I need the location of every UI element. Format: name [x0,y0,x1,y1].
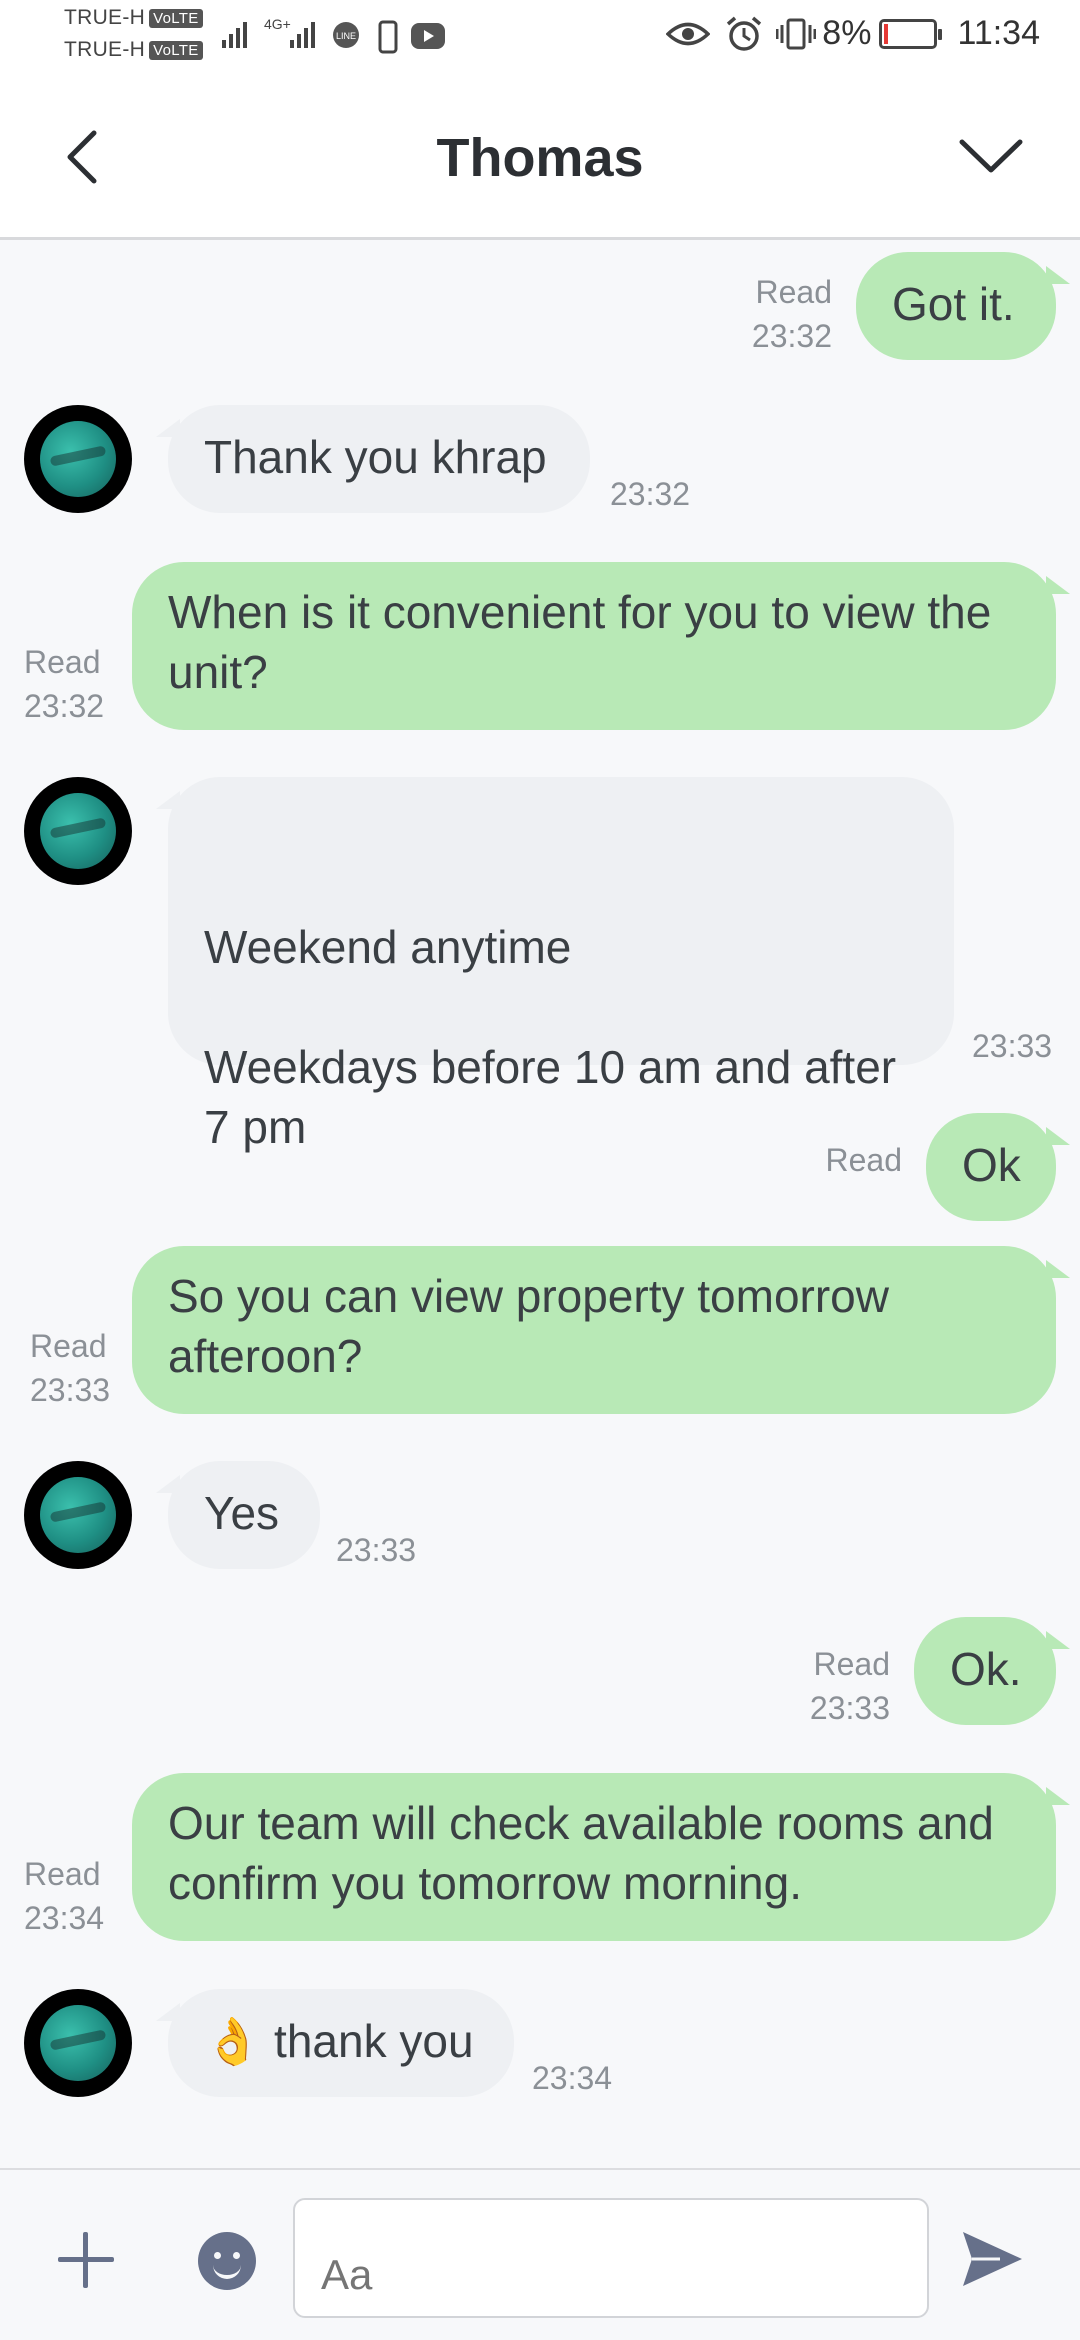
svg-text:LINE: LINE [336,31,356,41]
message-text: So you can view property tomorrow aftero… [168,1270,889,1382]
incoming-message-bubble[interactable]: Yes [156,1461,320,1569]
outgoing-message-bubble[interactable]: Ok. [914,1617,1070,1725]
chevron-down-icon[interactable] [956,130,1026,180]
message-meta: Read 23:33 [809,1646,890,1726]
battery-percent: 8% [822,14,872,52]
message-input[interactable] [293,2198,929,2318]
avatar[interactable] [24,777,132,885]
send-icon[interactable] [960,2228,1024,2290]
message-meta: Read 23:33 [30,1328,111,1408]
message-text: Weekend anytime Weekdays before 10 am an… [204,921,897,1153]
message-text: Yes [204,1487,280,1539]
signal-icon [222,22,250,48]
status-bar: TRUE-H VoLTE TRUE-H VoLTE 4G+ LINE 8% 11:3… [0,0,1080,75]
network-type-label: 4G+ [264,16,291,32]
message-list[interactable]: Read 23:32 Got it. Thank you khrap 23:32 … [0,240,1080,2170]
battery-icon [879,18,943,49]
status-time: 11:34 [957,14,1040,52]
incoming-message-bubble[interactable]: Thank you khrap [156,405,590,513]
message-text: Got it. [892,278,1015,330]
carrier-label-1: TRUE-H VoLTE [64,6,203,30]
eye-icon [666,22,711,45]
chat-title: Thomas [436,128,644,188]
message-text: 👌 thank you [204,2015,474,2067]
avatar[interactable] [24,1461,132,1569]
message-time: 23:33 [336,1532,417,1568]
outgoing-message-bubble[interactable]: Ok [926,1113,1070,1221]
signal-icon-2 [290,22,318,48]
outgoing-message-bubble[interactable]: Got it. [856,252,1070,360]
emoji-icon[interactable] [198,2232,256,2290]
message-time: 23:32 [610,476,691,512]
message-meta: Read 23:32 [24,644,105,724]
incoming-message-bubble[interactable]: Weekend anytime Weekdays before 10 am an… [156,777,954,1153]
outgoing-message-bubble[interactable]: When is it convenient for you to view th… [132,562,1070,730]
avatar[interactable] [24,1989,132,2097]
avatar[interactable] [24,405,132,513]
outgoing-message-bubble[interactable]: So you can view property tomorrow aftero… [132,1246,1070,1414]
incoming-message-bubble[interactable]: 👌 thank you [156,1989,514,2097]
message-text: Thank you khrap [204,431,547,483]
message-meta: Read 23:34 [24,1856,105,1936]
alarm-icon [727,16,762,51]
message-text: Ok [962,1139,1021,1191]
message-time: 23:34 [532,2060,613,2096]
message-text: Our team will check available rooms and … [168,1797,994,1909]
carrier-label-2: TRUE-H VoLTE [64,38,203,62]
message-time: 23:33 [972,1028,1053,1064]
youtube-icon [411,23,445,49]
phone-icon [378,20,398,54]
message-text: Ok. [950,1643,1022,1695]
composer-bar [0,2168,1080,2340]
outgoing-message-bubble[interactable]: Our team will check available rooms and … [132,1773,1070,1941]
line-app-icon: LINE [333,22,359,48]
chat-header: Thomas [0,75,1080,240]
plus-icon[interactable] [58,2232,114,2288]
status-right: 8% 11:34 [666,14,1040,53]
message-text: When is it convenient for you to view th… [168,586,992,698]
message-meta: Read 23:32 [751,274,832,354]
message-meta: Read [825,1142,903,1178]
vibrate-icon [776,18,817,49]
